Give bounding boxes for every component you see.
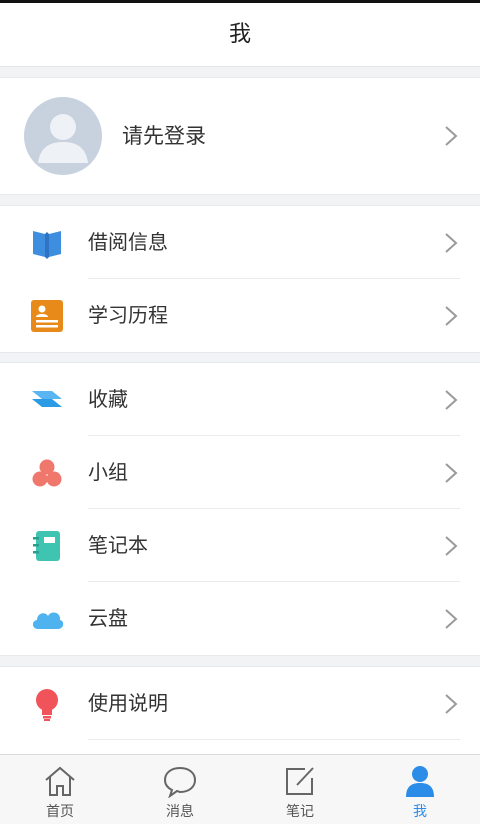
- tab-label: 首页: [46, 804, 74, 820]
- menu-item-label: 小组: [88, 460, 128, 484]
- menu-item-group[interactable]: 小组: [0, 436, 480, 509]
- menu-item-borrow-info[interactable]: 借阅信息: [0, 206, 480, 279]
- page-title: 我: [0, 3, 480, 67]
- tab-messages[interactable]: 消息: [120, 755, 240, 824]
- menu-item-label: 笔记本: [88, 533, 148, 557]
- chevron-right-icon: [445, 609, 458, 629]
- book-icon: [33, 231, 61, 259]
- chevron-right-icon: [445, 463, 458, 483]
- edit-note-icon: [286, 767, 314, 795]
- collection-icon: [32, 391, 62, 407]
- profile-section: 请先登录: [0, 77, 480, 195]
- divider: [88, 739, 460, 740]
- menu-item-notebook[interactable]: 笔记本: [0, 509, 480, 582]
- menu-item-label: 使用说明: [88, 691, 168, 715]
- menu-item-cloud[interactable]: 云盘: [0, 582, 480, 655]
- cloud-icon: [32, 612, 64, 629]
- tab-label: 消息: [166, 804, 194, 820]
- menu-item-label: 学习历程: [88, 303, 168, 327]
- chevron-right-icon: [445, 233, 458, 253]
- tab-label: 我: [413, 804, 427, 820]
- menu-item-collection[interactable]: 收藏: [0, 363, 480, 436]
- default-avatar-icon: [38, 114, 88, 163]
- lightbulb-icon: [36, 689, 58, 721]
- tab-me[interactable]: 我: [360, 755, 480, 824]
- menu-item-study-record[interactable]: 学习历程: [0, 279, 480, 352]
- menu-item-label: 云盘: [88, 606, 128, 630]
- bottom-tab-bar: 首页 消息 笔记 我: [0, 754, 480, 824]
- chevron-right-icon: [445, 536, 458, 556]
- chevron-right-icon: [445, 306, 458, 326]
- menu-item-label: 收藏: [88, 387, 128, 411]
- tab-notes[interactable]: 笔记: [240, 755, 360, 824]
- message-icon: [163, 766, 197, 798]
- chevron-right-icon: [445, 126, 458, 146]
- menu-item-instructions[interactable]: 使用说明: [0, 667, 480, 740]
- group-icon: [32, 459, 62, 487]
- study-record-icon: [31, 300, 63, 332]
- avatar[interactable]: [24, 97, 102, 175]
- notebook-icon: [33, 531, 60, 561]
- user-icon: [406, 766, 434, 797]
- chevron-right-icon: [445, 390, 458, 410]
- section-tools: 收藏 小组 笔记本 云盘: [0, 362, 480, 656]
- login-prompt: 请先登录: [122, 124, 206, 148]
- tab-label: 笔记: [286, 804, 314, 820]
- section-help: 使用说明: [0, 666, 480, 755]
- tab-home[interactable]: 首页: [0, 755, 120, 824]
- home-icon: [45, 766, 75, 796]
- chevron-right-icon: [445, 694, 458, 714]
- login-row[interactable]: 请先登录: [0, 78, 480, 194]
- menu-item-label: 借阅信息: [88, 230, 168, 254]
- section-reading: 借阅信息 学习历程: [0, 205, 480, 353]
